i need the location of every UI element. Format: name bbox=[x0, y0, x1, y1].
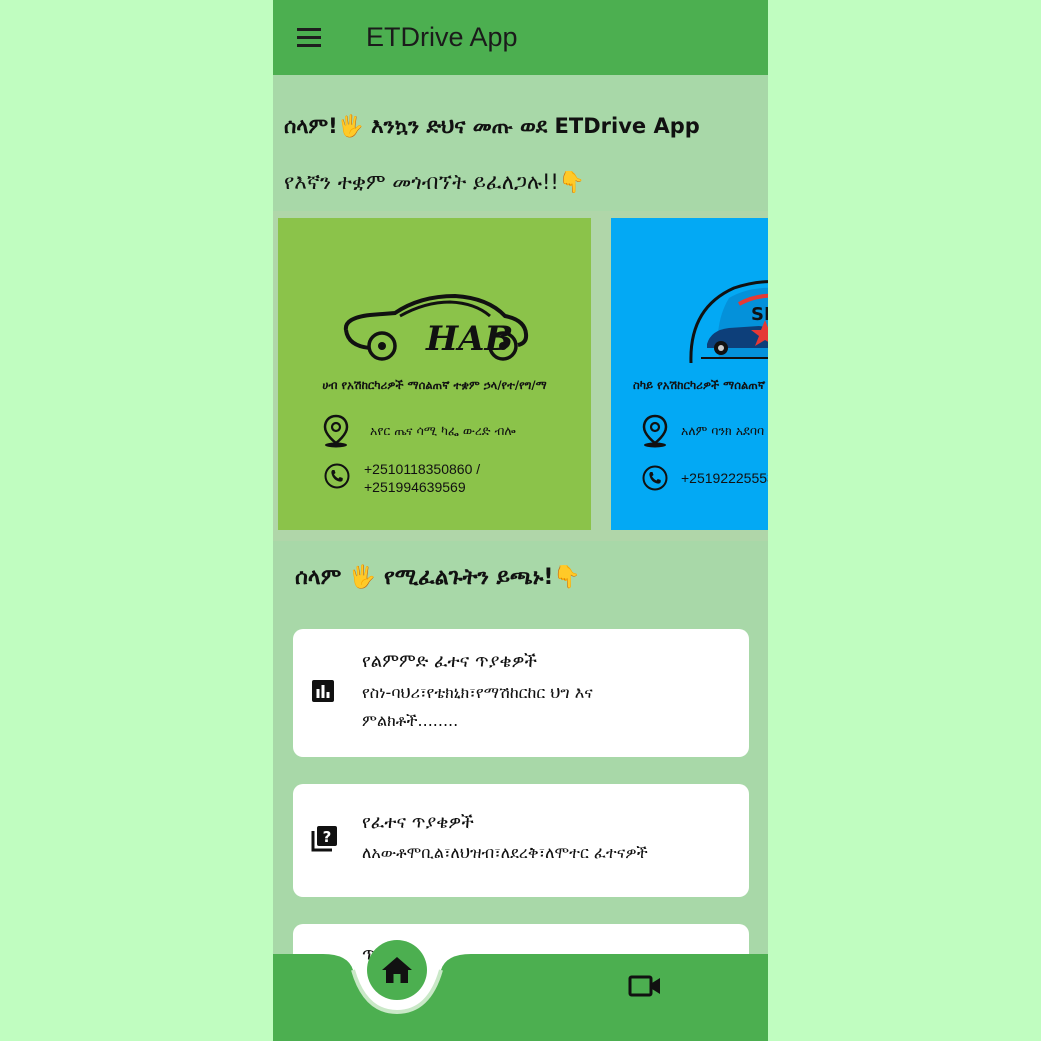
hab-logo: HAB bbox=[343, 293, 529, 361]
welcome-subtitle: የእኛን ተቋም መጎብኘት ይፈለጋሉ!!👇 bbox=[284, 170, 585, 194]
sky-logo: SK bbox=[689, 280, 768, 364]
school-name: ሀብ የአሽከርካሪዎች ማሰልጠኛ ተቋም ኃላ/የተ/የግ/ማ bbox=[322, 378, 547, 392]
section-title: ሰላም 🖐 የሚፈልጉትን ይጫኑ!👇 bbox=[295, 565, 581, 590]
school-address: አለም ባንክ አደባባ bbox=[681, 423, 765, 438]
tile-description: የስነ-ባህሪ፣የቴክኒክ፣የማሽከርከር ህግ እና ምልክቶች.......… bbox=[362, 683, 593, 730]
school-address: አየር ጤና ሳሚ ካፌ ውረድ ብሎ bbox=[370, 423, 516, 438]
school-card-sky[interactable]: SK ስካይ የአሽከርካሪዎች ማሰልጠኛ አለም ባንክ አደባባ +251… bbox=[611, 218, 768, 530]
location-pin-icon bbox=[642, 414, 668, 448]
home-icon bbox=[382, 957, 412, 983]
school-phone[interactable]: +25192225553 bbox=[681, 469, 768, 487]
tile-title: የፈተና ጥያቄዎች bbox=[362, 812, 474, 833]
tile-description: ለአውቶሞቢል፣ለህዝብ፣ለደረቅ፣ለሞተር ፈተናዎች bbox=[362, 843, 648, 862]
bottom-navigation-bar bbox=[273, 954, 768, 1041]
practice-questions-tile[interactable]: የልምምድ ፈተና ጥያቄዎች የስነ-ባህሪ፣የቴክኒክ፣የማሽከርከር ህግ… bbox=[293, 629, 749, 757]
school-carousel[interactable]: HAB ሀብ የአሽከርካሪዎች ማሰልጠኛ ተቋም ኃላ/የተ/የግ/ማ አየ… bbox=[273, 211, 768, 541]
hab-logo-text: HAB bbox=[425, 319, 513, 359]
tile-title: የልምምድ ፈተና ጥያቄዎች bbox=[362, 651, 538, 672]
school-phone[interactable]: +2510118350860 / +251994639569 bbox=[364, 460, 504, 496]
welcome-greeting: ሰላም!🖐 እንኳን ድህና መጡ ወደ ETDrive App bbox=[284, 114, 700, 138]
location-pin-icon bbox=[323, 414, 349, 448]
app-title: ETDrive App bbox=[366, 22, 518, 52]
quiz-icon: ? bbox=[311, 826, 337, 852]
exam-questions-tile[interactable]: ? የፈተና ጥያቄዎች ለአውቶሞቢል፣ለህዝብ፣ለደረቅ፣ለሞተር ፈተናዎ… bbox=[293, 784, 749, 897]
videocam-icon[interactable] bbox=[628, 973, 662, 999]
home-button[interactable] bbox=[367, 940, 427, 1000]
app-bar: ETDrive App bbox=[273, 0, 768, 75]
phone-icon[interactable] bbox=[324, 463, 350, 489]
svg-text:?: ? bbox=[323, 828, 332, 846]
bar-chart-icon bbox=[312, 680, 334, 702]
phone-screen: ETDrive App ሰላም!🖐 እንኳን ድህና መጡ ወደ ETDrive… bbox=[273, 0, 768, 1041]
school-name: ስካይ የአሽከርካሪዎች ማሰልጠኛ bbox=[633, 378, 766, 392]
school-card-hab[interactable]: HAB ሀብ የአሽከርካሪዎች ማሰልጠኛ ተቋም ኃላ/የተ/የግ/ማ አየ… bbox=[278, 218, 591, 530]
menu-icon[interactable] bbox=[297, 28, 322, 48]
phone-icon[interactable] bbox=[642, 465, 668, 491]
